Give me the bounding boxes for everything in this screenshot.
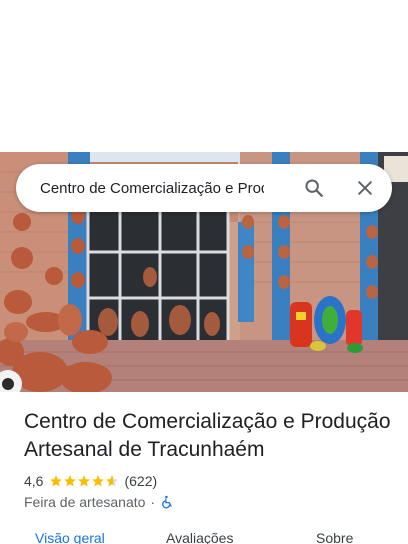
place-tabs: Visão geral Avaliações Sobre	[0, 530, 408, 544]
tab-about[interactable]: Sobre	[316, 530, 353, 544]
star-icon	[78, 475, 91, 487]
tab-reviews[interactable]: Avaliações	[166, 530, 233, 544]
star-icon	[50, 475, 63, 487]
star-icon	[92, 475, 105, 487]
rating-row[interactable]: 4,6 (622)	[24, 471, 157, 491]
category-row: Feira de artesanato ·	[24, 492, 174, 512]
half-star-icon	[106, 475, 119, 487]
place-title: Centro de Comercialização e Produção Art…	[24, 410, 391, 461]
search-icon[interactable]	[300, 174, 328, 202]
separator-dot: ·	[150, 494, 156, 510]
search-input[interactable]: Centro de Comercialização e Produção	[40, 180, 264, 197]
place-category: Feira de artesanato	[24, 494, 146, 510]
wheelchair-accessible-icon	[162, 495, 172, 509]
rating-stars	[49, 474, 119, 488]
star-icon	[64, 475, 77, 487]
close-icon[interactable]	[351, 174, 379, 202]
rating-value: 4,6	[24, 473, 44, 489]
search-bar[interactable]: Centro de Comercialização e Produção	[16, 164, 392, 212]
map-blank-area	[0, 0, 408, 152]
reviews-count[interactable]: (622)	[124, 473, 157, 489]
tab-overview[interactable]: Visão geral	[35, 530, 105, 544]
